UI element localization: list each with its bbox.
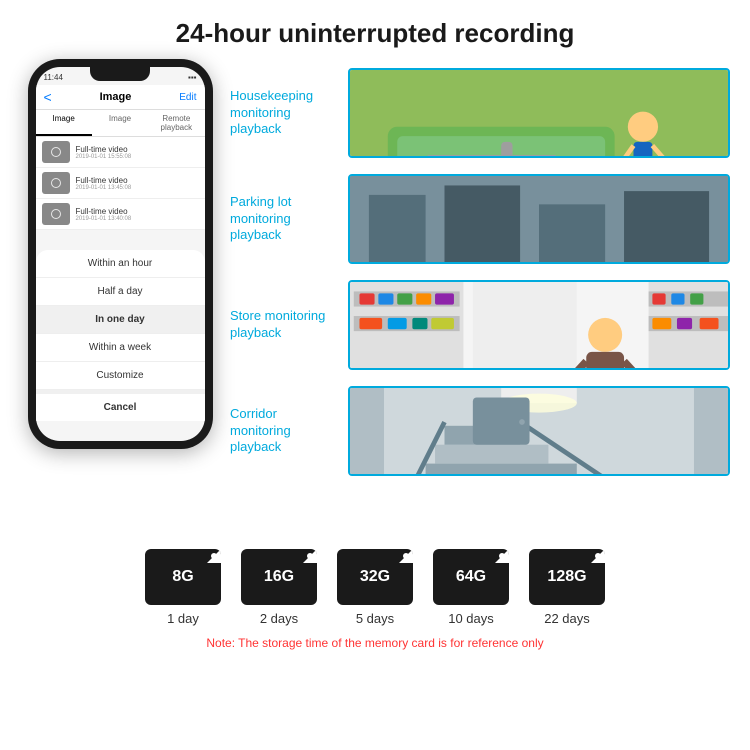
dropdown-item-within-week[interactable]: Within a week — [36, 334, 205, 362]
scene-corridor-svg — [350, 388, 728, 476]
sdcard-size-128g: 128G — [547, 568, 586, 586]
sdcard-size-8g: 8G — [172, 568, 193, 586]
item-date: 2019-01-01 13:40:08 — [76, 216, 132, 222]
item-date: 2019-01-01 13:45:08 — [76, 185, 132, 191]
sdcard-notch — [499, 553, 505, 559]
phone-notch — [90, 67, 150, 81]
tab-image2[interactable]: Image — [92, 110, 148, 136]
monitoring-image-store — [348, 280, 730, 370]
status-icons: ▪▪▪ — [188, 73, 197, 82]
sdcard-item-128g: 128G 22 days — [529, 549, 605, 626]
item-date: 2019-01-01 15:55:08 — [76, 154, 132, 160]
monitoring-image-corridor — [348, 386, 730, 476]
sdcard-notch — [211, 553, 217, 559]
item-text: Full-time video 2019-01-01 13:45:08 — [76, 176, 132, 191]
thumbnail — [42, 141, 70, 163]
main-content: 11:44 ▪▪▪ < Image Edit Image Image Remot… — [0, 59, 750, 539]
scene-parking-svg — [350, 176, 728, 264]
scene-store-svg — [350, 282, 728, 370]
monitoring-row-corridor: Corridor monitoring playback — [230, 381, 730, 481]
sdcard-notch — [403, 553, 409, 559]
monitoring-label-housekeeping: Housekeeping monitoring playback — [230, 88, 340, 139]
sdcard-icon-128g: 128G — [529, 549, 605, 605]
monitoring-row-housekeeping: Housekeeping monitoring playback — [230, 63, 730, 163]
list-item: Full-time video 2019-01-01 15:55:08 — [36, 137, 205, 168]
item-text: Full-time video 2019-01-01 15:55:08 — [76, 145, 132, 160]
status-time: 11:44 — [44, 73, 63, 82]
sdcard-item-16g: 16G 2 days — [241, 549, 317, 626]
sdcard-notch — [307, 553, 313, 559]
tab-image[interactable]: Image — [36, 110, 92, 136]
phone-mockup: 11:44 ▪▪▪ < Image Edit Image Image Remot… — [28, 59, 213, 449]
scene-kids-svg — [350, 70, 728, 158]
sdcard-section: 8G 1 day 16G 2 days 32G 5 days 64G 10 da… — [0, 539, 750, 655]
monitoring-section: Housekeeping monitoring playback — [230, 59, 730, 539]
monitoring-image-housekeeping — [348, 68, 730, 158]
sdcard-icon-64g: 64G — [433, 549, 509, 605]
phone-tabs: Image Image Remote playback — [36, 110, 205, 137]
item-text: Full-time video 2019-01-01 13:40:08 — [76, 207, 132, 222]
dropdown-item-half-day[interactable]: Half a day — [36, 278, 205, 306]
monitoring-label-text: Store monitoring playback — [230, 308, 340, 342]
sdcard-item-64g: 64G 10 days — [433, 549, 509, 626]
page-header: 24-hour uninterrupted recording — [0, 0, 750, 59]
monitoring-label-corridor: Corridor monitoring playback — [230, 406, 340, 457]
sdcard-days-32g: 5 days — [356, 611, 394, 626]
monitoring-image-parking — [348, 174, 730, 264]
sdcard-item-32g: 32G 5 days — [337, 549, 413, 626]
thumbnail — [42, 203, 70, 225]
nav-title: Image — [100, 91, 132, 103]
monitoring-row-parking: Parking lot monitoring playback — [230, 169, 730, 269]
phone-nav-bar: < Image Edit — [36, 85, 205, 110]
phone-screen: 11:44 ▪▪▪ < Image Edit Image Image Remot… — [36, 67, 205, 441]
list-item: Full-time video 2019-01-01 13:40:08 — [36, 199, 205, 230]
sdcard-notch — [595, 553, 601, 559]
monitoring-label-text: Parking lot monitoring playback — [230, 194, 340, 245]
list-item: Full-time video 2019-01-01 13:45:08 — [36, 168, 205, 199]
sdcard-icon-32g: 32G — [337, 549, 413, 605]
back-button[interactable]: < — [44, 89, 52, 105]
item-title: Full-time video — [76, 145, 132, 154]
edit-button[interactable]: Edit — [179, 92, 196, 103]
sdcard-item-8g: 8G 1 day — [145, 549, 221, 626]
thumbnail — [42, 172, 70, 194]
sdcard-row: 8G 1 day 16G 2 days 32G 5 days 64G 10 da… — [145, 549, 605, 626]
phone-section: 11:44 ▪▪▪ < Image Edit Image Image Remot… — [20, 59, 220, 539]
dropdown-cancel-button[interactable]: Cancel — [36, 390, 205, 421]
sdcard-days-8g: 1 day — [167, 611, 199, 626]
note-text: Note: The storage time of the memory car… — [206, 636, 543, 650]
dropdown-item-one-day[interactable]: In one day — [36, 306, 205, 334]
sdcard-size-64g: 64G — [456, 568, 486, 586]
tab-remote-playback[interactable]: Remote playback — [148, 110, 204, 136]
monitoring-label-text: Housekeeping monitoring playback — [230, 88, 340, 139]
item-title: Full-time video — [76, 176, 132, 185]
sdcard-icon-16g: 16G — [241, 549, 317, 605]
monitoring-label-parking: Parking lot monitoring playback — [230, 194, 340, 245]
dropdown-item-customize[interactable]: Customize — [36, 362, 205, 390]
monitoring-row-store: Store monitoring playback — [230, 275, 730, 375]
sdcard-icon-8g: 8G — [145, 549, 221, 605]
sdcard-days-128g: 22 days — [544, 611, 590, 626]
monitoring-label-text: Corridor monitoring playback — [230, 406, 340, 457]
item-title: Full-time video — [76, 207, 132, 216]
sdcard-days-16g: 2 days — [260, 611, 298, 626]
page-title: 24-hour uninterrupted recording — [20, 18, 730, 49]
sdcard-size-16g: 16G — [264, 568, 294, 586]
sdcard-size-32g: 32G — [360, 568, 390, 586]
time-filter-dropdown: Within an hour Half a day In one day Wit… — [36, 250, 205, 421]
sdcard-days-64g: 10 days — [448, 611, 494, 626]
dropdown-item-within-hour[interactable]: Within an hour — [36, 250, 205, 278]
monitoring-label-store: Store monitoring playback — [230, 308, 340, 342]
